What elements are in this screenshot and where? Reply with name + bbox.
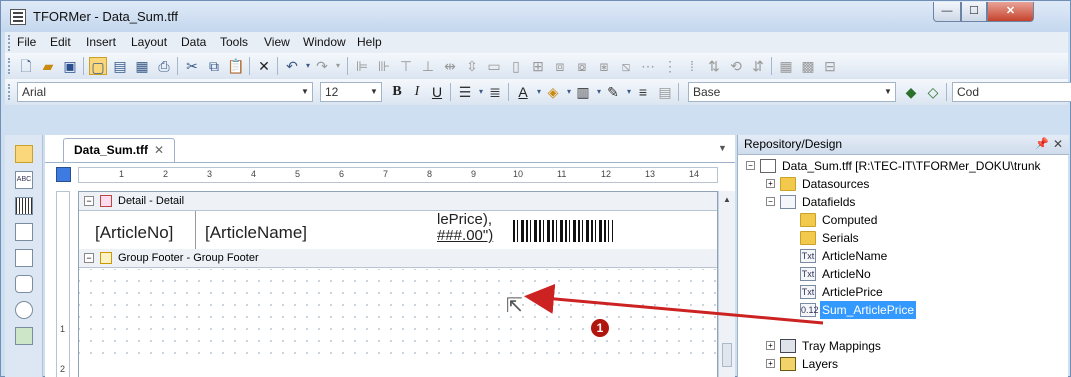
drag-arrow [524,283,824,325]
step-marker: 1 [591,319,609,337]
drag-cursor-icon: ⇱ [506,295,523,317]
app-window: TFORMer - Data_Sum.tff — ☐ ✕ File Edit I… [0,0,1071,377]
